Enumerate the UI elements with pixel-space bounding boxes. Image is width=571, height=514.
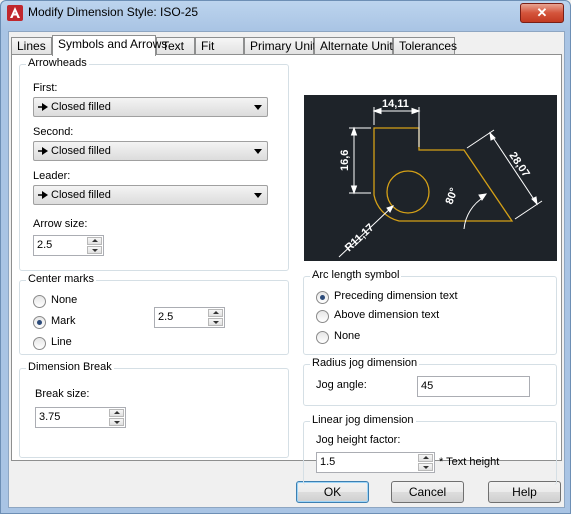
radio-icon: [316, 331, 329, 344]
dimension-style-preview: 14,11 16,6 28,07 80° R11,17: [304, 95, 557, 261]
radio-label: None: [51, 294, 78, 306]
tab-alternate-units[interactable]: Alternate Units: [314, 37, 399, 54]
radio-selected-icon: [33, 316, 46, 329]
title-bar[interactable]: Modify Dimension Style: ISO-25 ✕: [1, 1, 570, 25]
jog-height-label: Jog height factor:: [316, 434, 401, 446]
closed-filled-arrow-icon: [38, 103, 48, 111]
second-arrowhead-select[interactable]: Closed filled: [33, 141, 268, 161]
chevron-down-icon: [254, 193, 262, 198]
linear-jog-group: Linear jog dimension Jog height factor: …: [303, 414, 557, 485]
leader-arrow-label: Leader:: [33, 170, 71, 182]
tab-symbols-and-arrows[interactable]: Symbols and Arrows: [52, 35, 167, 56]
closed-filled-arrow-icon: [38, 191, 48, 199]
preview-right-dim: 28,07: [507, 150, 532, 180]
preview-angle-dim: 80°: [444, 186, 461, 206]
second-arrow-label: Second:: [33, 126, 74, 138]
radio-icon: [33, 337, 46, 350]
arc-length-title: Arc length symbol: [310, 269, 402, 281]
leader-arrowhead-select[interactable]: Closed filled: [33, 185, 268, 205]
center-mark-size-spinner[interactable]: 2.5: [154, 307, 225, 328]
spin-down-arrow-icon[interactable]: [208, 318, 223, 326]
radio-label: Above dimension text: [334, 309, 440, 321]
preview-left-dim: 16,6: [339, 150, 351, 171]
radio-label: Preceding dimension text: [334, 290, 458, 302]
radius-jog-title: Radius jog dimension: [310, 357, 420, 369]
break-size-value[interactable]: 3.75: [39, 411, 60, 423]
dimension-break-title: Dimension Break: [26, 361, 114, 373]
arrow-size-spinner[interactable]: 2.5: [33, 235, 104, 256]
chevron-down-icon: [254, 105, 262, 110]
jog-height-value[interactable]: 1.5: [320, 456, 335, 468]
closed-filled-arrow-icon: [38, 147, 48, 155]
tab-lines[interactable]: Lines: [11, 37, 52, 54]
window-title: Modify Dimension Style: ISO-25: [28, 5, 199, 19]
symbols-and-arrows-panel: Arrowheads First: Closed filled Second: …: [11, 54, 562, 485]
arrowheads-title: Arrowheads: [26, 57, 89, 69]
first-arrow-label: First:: [33, 82, 58, 94]
radio-selected-icon: [316, 291, 329, 304]
preview-radius-dim: R11,17: [343, 222, 377, 255]
center-marks-title: Center marks: [26, 273, 97, 285]
radio-label: None: [334, 330, 361, 342]
spin-down-arrow-icon[interactable]: [109, 418, 124, 426]
preview-top-dim: 14,11: [382, 98, 409, 110]
tab-primary-units[interactable]: Primary Units: [244, 37, 322, 54]
arrow-size-value[interactable]: 2.5: [37, 239, 52, 251]
center-mark-size-value[interactable]: 2.5: [158, 311, 173, 323]
dialog-client: Lines Symbols and Arrows Text Fit Primar…: [8, 31, 565, 508]
spin-down-arrow-icon[interactable]: [418, 463, 433, 471]
center-marks-group: Center marks None Mark Line 2.5: [19, 273, 289, 355]
arc-length-group: Arc length symbol Preceding dimension te…: [303, 269, 557, 355]
autocad-app-icon: [7, 5, 23, 21]
spin-up-arrow-icon[interactable]: [109, 409, 124, 417]
jog-angle-input[interactable]: 45: [417, 376, 530, 397]
close-icon: ✕: [536, 5, 548, 20]
preview-geometry: [373, 127, 514, 222]
radio-label: Line: [51, 336, 72, 348]
jog-angle-label: Jog angle:: [316, 379, 367, 391]
radio-label: Mark: [51, 315, 76, 327]
jog-height-suffix: * Text height: [439, 456, 500, 468]
first-arrowhead-value: Closed filled: [51, 101, 111, 113]
dimension-break-group: Dimension Break Break size: 3.75: [19, 361, 289, 458]
spin-down-arrow-icon[interactable]: [87, 246, 102, 254]
chevron-down-icon: [254, 149, 262, 154]
spin-up-arrow-icon[interactable]: [208, 309, 223, 317]
break-size-label: Break size:: [35, 388, 90, 400]
jog-height-spinner[interactable]: 1.5: [316, 452, 435, 473]
radius-jog-group: Radius jog dimension Jog angle: 45: [303, 357, 557, 406]
spin-up-arrow-icon[interactable]: [418, 454, 433, 462]
second-arrowhead-value: Closed filled: [51, 145, 111, 157]
first-arrowhead-select[interactable]: Closed filled: [33, 97, 268, 117]
preview-labels: 14,11 16,6 28,07 80° R11,17: [339, 98, 532, 254]
close-button[interactable]: ✕: [520, 3, 564, 23]
tab-fit[interactable]: Fit: [195, 37, 244, 54]
break-size-spinner[interactable]: 3.75: [35, 407, 126, 428]
radio-icon: [316, 310, 329, 323]
radio-icon: [33, 295, 46, 308]
tab-tolerances[interactable]: Tolerances: [393, 37, 457, 54]
linear-jog-title: Linear jog dimension: [310, 414, 416, 426]
spin-up-arrow-icon[interactable]: [87, 237, 102, 245]
arrowheads-group: Arrowheads First: Closed filled Second: …: [19, 57, 289, 271]
leader-arrowhead-value: Closed filled: [51, 189, 111, 201]
jog-angle-value: 45: [421, 380, 434, 392]
preview-drawing: 14,11 16,6 28,07 80° R11,17: [338, 98, 543, 258]
arrow-size-label: Arrow size:: [33, 218, 88, 230]
dialog-window: Modify Dimension Style: ISO-25 ✕ Lines S…: [0, 0, 571, 514]
